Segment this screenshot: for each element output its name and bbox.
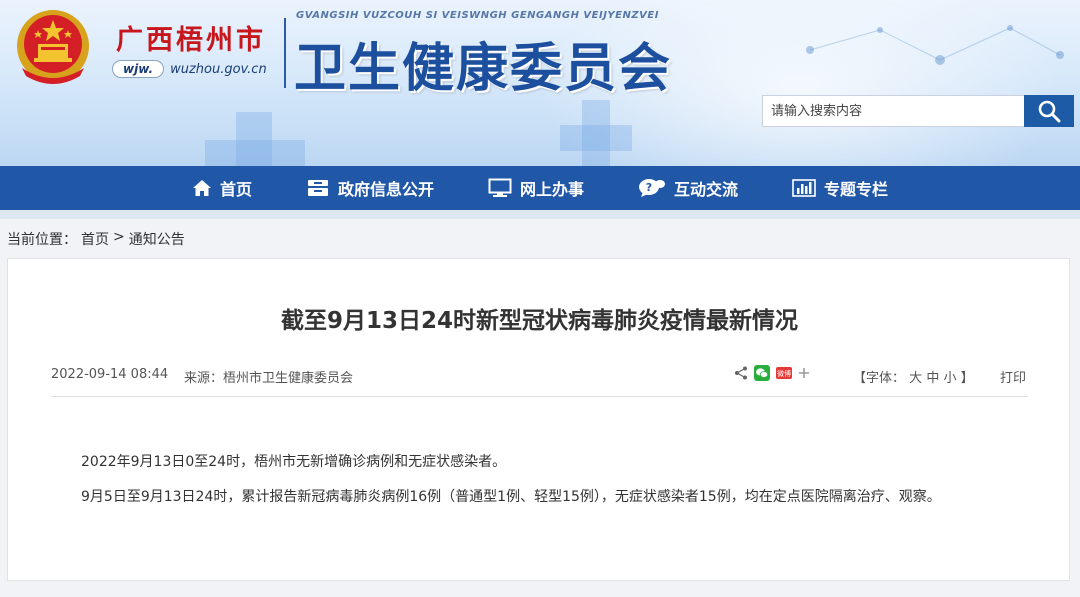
molecule-decoration xyxy=(806,25,1064,65)
nav-item-online-service[interactable]: 网上办事 xyxy=(461,166,611,210)
nav-label: 首页 xyxy=(219,180,252,199)
nav-item-gov-info[interactable]: 政府信息公开 xyxy=(279,166,461,210)
share-icon[interactable] xyxy=(734,366,748,380)
nav-item-interaction[interactable]: ? 互动交流 xyxy=(611,166,765,210)
nav-label: 政府信息公开 xyxy=(337,180,434,199)
article-source: 来源：梧州市卫生健康委员会 xyxy=(184,367,353,386)
monitor-icon xyxy=(488,178,512,197)
nav-label: 网上办事 xyxy=(519,180,584,199)
site-city-name: 广西梧州市 xyxy=(116,25,266,56)
article-card: 截至9月13日24时新型冠状病毒肺炎疫情最新情况 2022-09-14 08:4… xyxy=(7,258,1070,581)
header-banner: 广西梧州市 wjw. wuzhou.gov.cn GVANGSIH VUZCOU… xyxy=(0,0,1080,166)
weibo-badge-text: 微博 xyxy=(777,369,791,378)
breadcrumb-prefix: 当前位置： xyxy=(7,232,77,248)
font-size-small[interactable]: 小 xyxy=(943,371,956,386)
bar-chart-icon xyxy=(792,179,816,197)
article-meta: 2022-09-14 08:44 来源：梧州市卫生健康委员会 微博 【字体： 大 xyxy=(51,365,1028,397)
breadcrumb-home-link[interactable]: 首页 xyxy=(81,229,109,249)
breadcrumb-current-link[interactable]: 通知公告 xyxy=(129,229,185,249)
font-size-prefix: 【字体： xyxy=(853,371,906,386)
nav-item-special-topics[interactable]: 专题专栏 xyxy=(765,166,915,210)
search-box xyxy=(762,95,1074,127)
breadcrumb: 当前位置： 首页 > 通知公告 xyxy=(7,229,185,249)
article-paragraph: 9月5日至9月13日24时，累计报告新冠病毒肺炎病例16例（普通型1例、轻型15… xyxy=(81,489,941,505)
site-title: 卫生健康委员会 xyxy=(294,38,673,99)
archive-icon xyxy=(307,180,328,196)
wechat-icon[interactable] xyxy=(754,365,770,381)
font-size-controls: 【字体： 大 中 小 】 xyxy=(853,367,974,386)
national-emblem-icon xyxy=(17,10,89,84)
weibo-icon[interactable]: 微博 xyxy=(776,367,792,379)
nav-label: 专题专栏 xyxy=(824,180,889,199)
nav-label: 互动交流 xyxy=(674,180,739,199)
chat-icon: ? xyxy=(639,179,665,197)
search-button[interactable] xyxy=(1024,95,1074,127)
site-url: wjw. wuzhou.gov.cn xyxy=(112,60,267,78)
font-size-suffix: 】 xyxy=(960,371,974,386)
font-size-medium[interactable]: 中 xyxy=(926,371,939,386)
nav-item-home[interactable]: 首页 xyxy=(165,166,279,210)
home-icon xyxy=(192,180,211,196)
search-input[interactable] xyxy=(762,95,1024,127)
article-paragraph: 2022年9月13日0至24时，梧州市无新增确诊病例和无症状感染者。 xyxy=(81,454,507,470)
wjw-badge: wjw. xyxy=(112,60,165,78)
print-button[interactable]: 打印 xyxy=(1000,367,1026,386)
source-label: 来源： xyxy=(184,371,224,386)
article-title: 截至9月13日24时新型冠状病毒肺炎疫情最新情况 xyxy=(280,308,799,334)
site-pinyin: GVANGSIH VUZCOUH SI VEISWNGH GENGANGH VE… xyxy=(296,10,659,21)
header-divider xyxy=(284,18,286,88)
site-domain: wuzhou.gov.cn xyxy=(170,61,267,77)
search-icon xyxy=(1038,100,1061,123)
share-bar: 微博 xyxy=(734,365,810,381)
source-name: 梧州市卫生健康委员会 xyxy=(223,371,354,386)
publish-date: 2022-09-14 08:44 xyxy=(51,367,169,382)
plus-icon[interactable] xyxy=(798,367,810,379)
font-size-large[interactable]: 大 xyxy=(909,371,922,386)
svg-text:?: ? xyxy=(646,181,652,194)
breadcrumb-separator: > xyxy=(113,229,125,245)
main-nav: 首页 政府信息公开 网上办事 ? 互动交流 专题专栏 xyxy=(0,166,1080,210)
